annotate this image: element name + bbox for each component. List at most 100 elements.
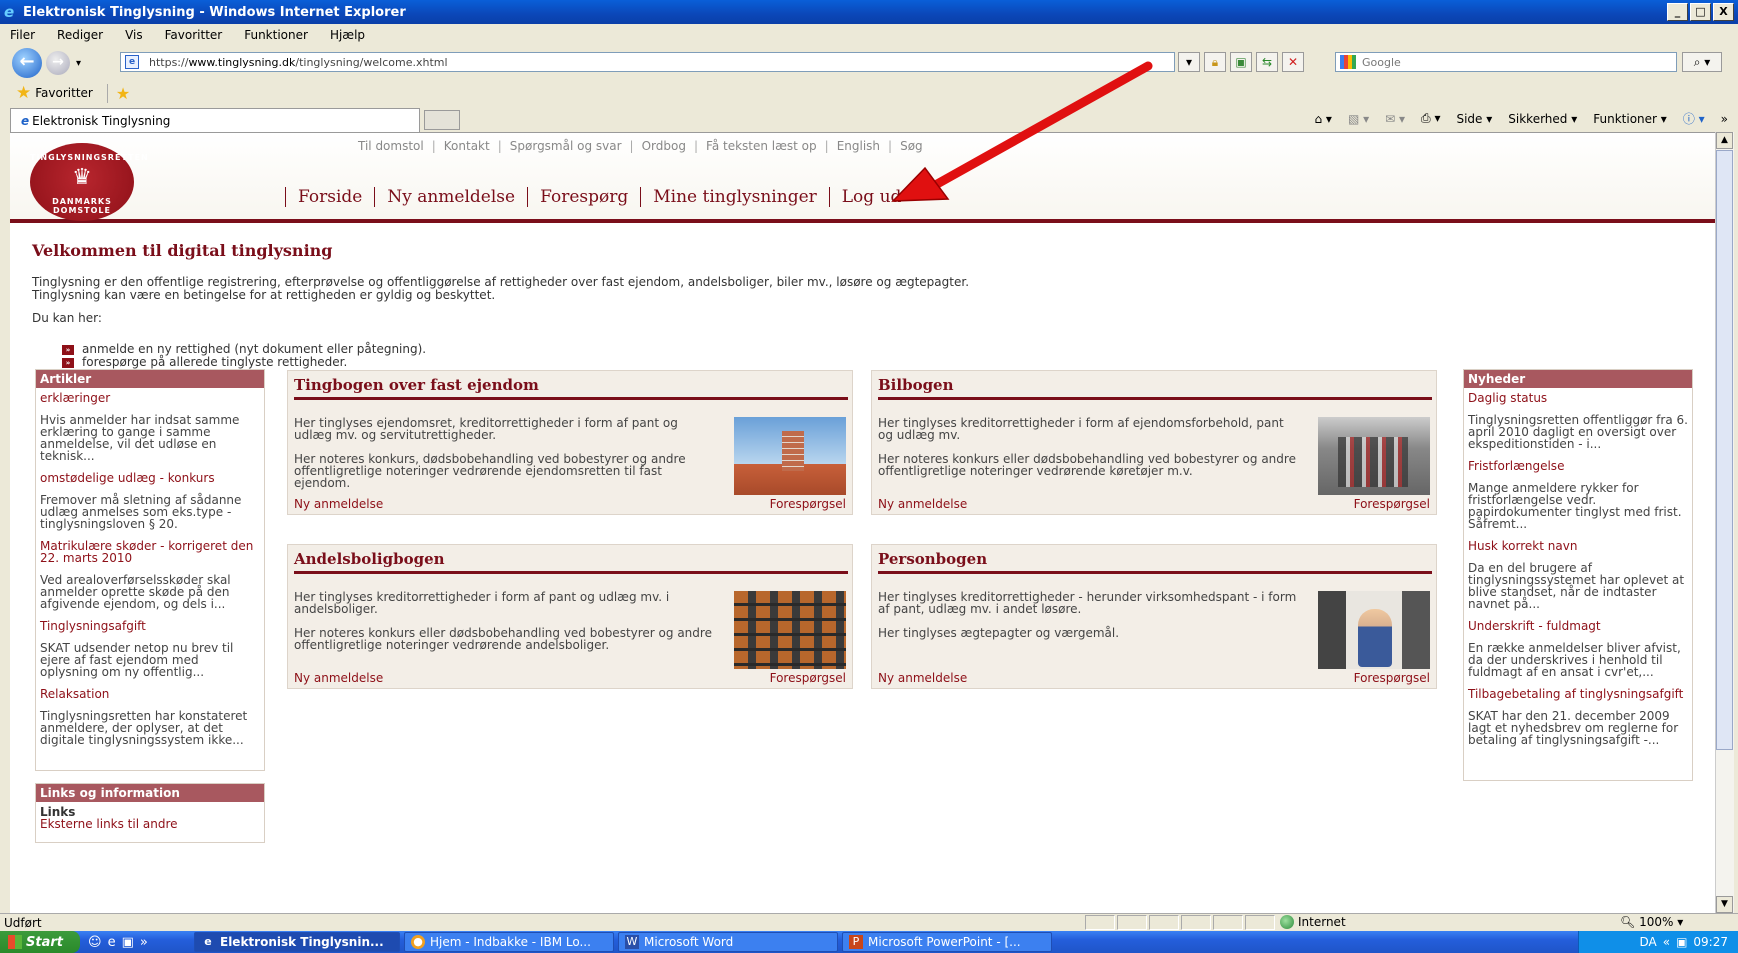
toplink-english[interactable]: English	[829, 139, 888, 153]
task-microsoft-powerpoint[interactable]: P Microsoft PowerPoint - [...	[842, 932, 1052, 952]
zoom-level[interactable]: 🔍︎ 100% ▾	[1620, 915, 1683, 929]
article-link[interactable]: Tinglysningsafgift	[40, 620, 260, 632]
menu-bar: Filer Rediger Vis Favoritter Funktioner …	[0, 24, 1738, 46]
query-link[interactable]: Forespørgsel	[1354, 671, 1430, 685]
menu-view[interactable]: Vis	[125, 28, 143, 42]
toplink-search[interactable]: Søg	[892, 139, 931, 153]
query-link[interactable]: Forespørgsel	[770, 497, 846, 511]
article-link[interactable]: Relaksation	[40, 688, 260, 700]
book-title[interactable]: Personbogen	[878, 550, 987, 568]
nav-forside[interactable]: Forside	[285, 187, 374, 207]
menu-file[interactable]: Filer	[10, 28, 35, 42]
nav-forespoerg[interactable]: Forespørg	[527, 187, 640, 207]
stop-icon[interactable]: ✕	[1282, 52, 1304, 72]
external-links-link[interactable]: Eksterne links til andre	[40, 818, 260, 830]
search-button[interactable]: ⌕ ▾	[1682, 52, 1722, 72]
task-lotus-notes[interactable]: ● Hjem - Indbakke - IBM Lo...	[404, 932, 614, 952]
title-rule	[878, 571, 1432, 574]
news-link[interactable]: Husk korrekt navn	[1468, 540, 1688, 552]
start-button[interactable]: Start	[0, 931, 80, 953]
book-title[interactable]: Tingbogen over fast ejendom	[294, 376, 539, 394]
task-label: Hjem - Indbakke - IBM Lo...	[430, 935, 591, 949]
page-icon: e	[125, 55, 139, 69]
home-icon[interactable]: ⌂ ▾	[1314, 112, 1331, 126]
back-button[interactable]: ←	[12, 48, 42, 78]
favorites-star-icon[interactable]: ★	[16, 83, 31, 103]
clock[interactable]: 09:27	[1693, 935, 1728, 949]
toplink-ordbog[interactable]: Ordbog	[634, 139, 694, 153]
scroll-thumb[interactable]	[1716, 150, 1733, 750]
tray-lang-icon[interactable]: DA	[1639, 935, 1656, 949]
url-dropdown-icon[interactable]: ▾	[1178, 52, 1200, 72]
task-elektronisk-tinglysning[interactable]: e Elektronisk Tinglysnin...	[194, 932, 400, 952]
nav-log-ud[interactable]: Log ud	[828, 187, 914, 207]
news-link[interactable]: Tilbagebetaling af tinglysningsafgift	[1468, 688, 1688, 700]
nav-ny-anmeldelse[interactable]: Ny anmeldelse	[374, 187, 527, 207]
toplink-kontakt[interactable]: Kontakt	[436, 139, 498, 153]
lock-icon[interactable]: 🔒︎	[1204, 52, 1226, 72]
toplink-til-domstol[interactable]: Til domstol	[350, 139, 432, 153]
page-scrollbar[interactable]: ▲ ▼	[1715, 132, 1734, 913]
query-link[interactable]: Forespørgsel	[1354, 497, 1430, 511]
print-icon[interactable]: ⎙ ▾	[1421, 111, 1440, 126]
book-title[interactable]: Bilbogen	[878, 376, 954, 394]
quicklaunch-ie-icon[interactable]: e	[108, 935, 116, 950]
window-controls: _ □ X	[1667, 3, 1734, 21]
add-favorite-icon[interactable]: ★	[106, 83, 130, 103]
article-link[interactable]: Matrikulære skøder - korrigeret den 22. …	[40, 540, 260, 564]
compatibility-icon[interactable]: ▣	[1230, 52, 1252, 72]
toplink-faq[interactable]: Spørgsmål og svar	[502, 139, 630, 153]
book-text: Her tinglyses ejendomsret, kreditorretti…	[294, 416, 678, 442]
menu-edit[interactable]: Rediger	[57, 28, 103, 42]
book-text: Her noteres konkurs eller dødsbobehandli…	[878, 452, 1296, 478]
cmd-tools[interactable]: Funktioner ▾	[1593, 112, 1667, 126]
toplink-read-aloud[interactable]: Få teksten læst op	[698, 139, 825, 153]
maximize-button[interactable]: □	[1690, 3, 1711, 21]
task-powerpoint-icon: P	[849, 935, 863, 949]
search-input[interactable]: Google	[1335, 52, 1677, 72]
quicklaunch-more-icon[interactable]: »	[140, 935, 148, 950]
new-registration-link[interactable]: Ny anmeldelse	[878, 671, 967, 685]
security-zone[interactable]: Internet	[1280, 915, 1346, 929]
news-link[interactable]: Fristforlængelse	[1468, 460, 1688, 472]
help-icon[interactable]: ⓘ ▾	[1683, 110, 1705, 127]
quicklaunch-desktop-icon[interactable]: ▣	[122, 935, 134, 950]
article-link[interactable]: erklæringer	[40, 392, 260, 404]
new-registration-link[interactable]: Ny anmeldelse	[878, 497, 967, 511]
article-link[interactable]: omstødelige udlæg - konkurs	[40, 472, 260, 484]
cmd-safety[interactable]: Sikkerhed ▾	[1508, 112, 1577, 126]
menu-favorites[interactable]: Favoritter	[165, 28, 223, 42]
menu-help[interactable]: Hjælp	[330, 28, 365, 42]
tray-expand-icon[interactable]: «	[1663, 935, 1670, 949]
nav-mine-tinglysninger[interactable]: Mine tinglysninger	[640, 187, 829, 207]
task-microsoft-word[interactable]: W Microsoft Word	[618, 932, 838, 952]
tab-elektronisk-tinglysning[interactable]: e Elektronisk Tinglysning	[10, 108, 420, 132]
scroll-down-icon[interactable]: ▼	[1716, 896, 1733, 913]
book-title[interactable]: Andelsboligbogen	[294, 550, 445, 568]
new-registration-link[interactable]: Ny anmeldelse	[294, 497, 383, 511]
tinglysningsretten-logo[interactable]: TINGLYSNINGSRETTEN ♛ DANMARKS DOMSTOLE	[30, 143, 148, 221]
scroll-up-icon[interactable]: ▲	[1716, 132, 1733, 149]
favorites-label[interactable]: Favoritter	[35, 86, 93, 100]
tray-network-icon[interactable]: ▣	[1676, 935, 1687, 949]
news-link[interactable]: Daglig status	[1468, 392, 1688, 404]
minimize-button[interactable]: _	[1667, 3, 1688, 21]
query-link[interactable]: Forespørgsel	[770, 671, 846, 685]
refresh-icon[interactable]: ⇆	[1256, 52, 1278, 72]
close-button[interactable]: X	[1713, 3, 1734, 21]
new-tab-button[interactable]	[424, 110, 460, 130]
cmd-page[interactable]: Side ▾	[1456, 112, 1492, 126]
quicklaunch-icon[interactable]: ☺	[88, 935, 102, 950]
window-titlebar: e Elektronisk Tinglysning - Windows Inte…	[0, 0, 1738, 24]
news-link[interactable]: Underskrift - fuldmagt	[1468, 620, 1688, 632]
url-input[interactable]: e https://www.tinglysning.dk/tinglysning…	[120, 52, 1175, 72]
overflow-icon[interactable]: »	[1721, 112, 1728, 126]
forward-button[interactable]: →	[46, 51, 70, 75]
mail-icon[interactable]: ✉ ▾	[1385, 112, 1405, 126]
feeds-icon[interactable]: ▧ ▾	[1348, 112, 1369, 126]
new-registration-link[interactable]: Ny anmeldelse	[294, 671, 383, 685]
can-here-label: Du kan her:	[32, 311, 102, 325]
history-dropdown-icon[interactable]: ▾	[76, 58, 81, 69]
apartment-building-image	[734, 591, 846, 669]
menu-tools[interactable]: Funktioner	[244, 28, 308, 42]
